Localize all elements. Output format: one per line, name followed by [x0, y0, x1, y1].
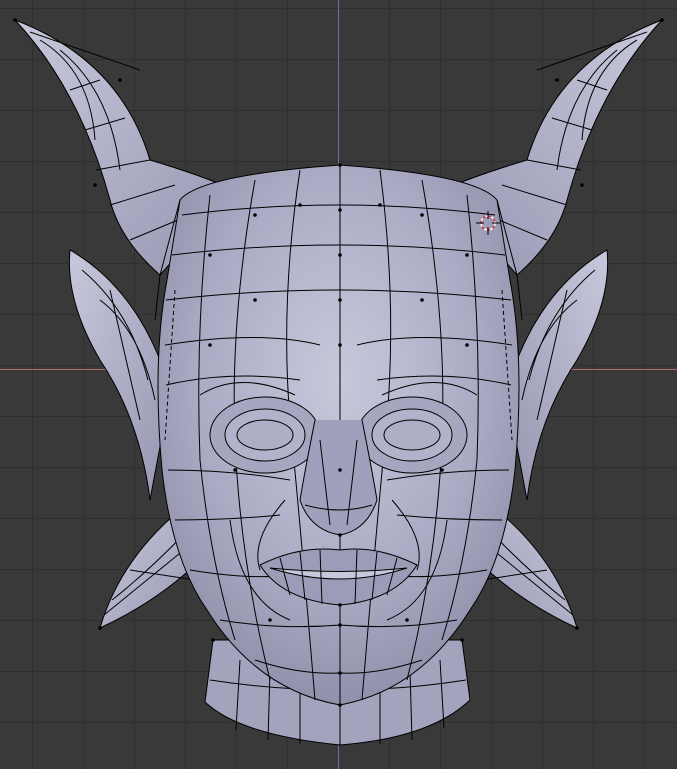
left-ear: [68, 249, 166, 501]
right-eye: [383, 419, 441, 451]
3d-cursor-icon[interactable]: [476, 211, 500, 235]
mesh-model[interactable]: [0, 0, 677, 769]
3d-viewport[interactable]: [0, 0, 677, 769]
left-eye: [236, 419, 294, 451]
nose: [299, 419, 378, 536]
right-ear: [511, 249, 609, 501]
